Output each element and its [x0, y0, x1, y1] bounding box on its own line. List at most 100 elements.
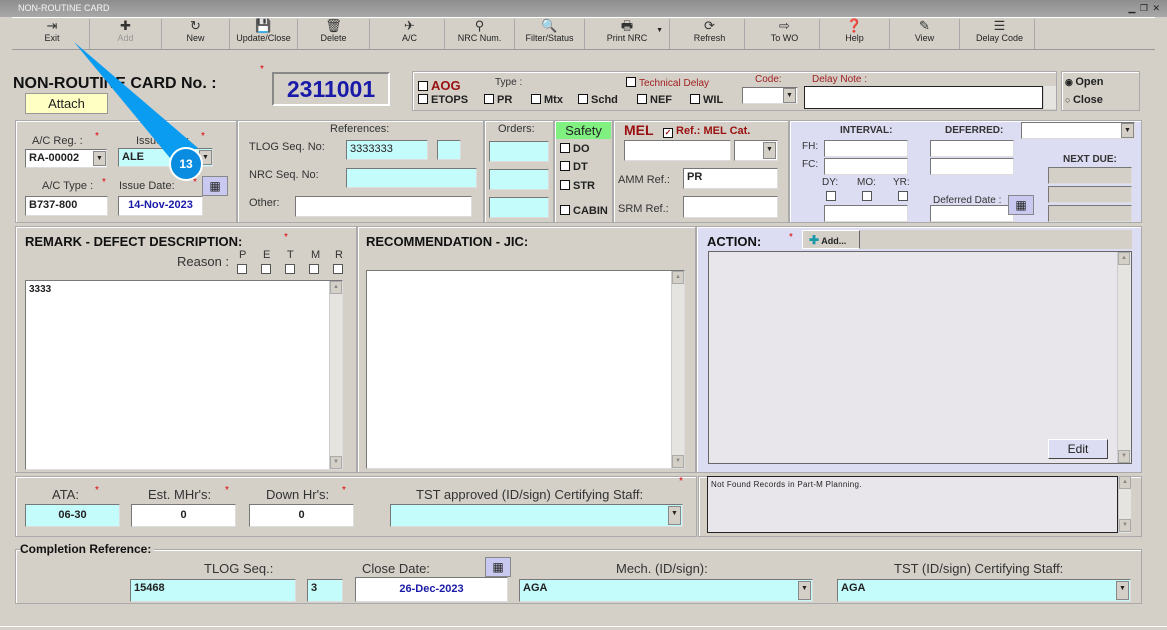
interval-date-input[interactable] [824, 205, 908, 222]
reason-t-checkbox[interactable] [285, 264, 295, 274]
interval-fc-input[interactable] [824, 158, 908, 175]
ata-input[interactable]: 06-30 [25, 504, 120, 527]
toolbar-add-button[interactable]: ✚ Add [90, 19, 162, 49]
mel-ref-input[interactable] [624, 140, 731, 161]
chevron-down-icon[interactable]: ▼ [763, 142, 776, 159]
issue-date-input[interactable]: 14-Nov-2023 [118, 196, 203, 216]
completion-tlog-input[interactable]: 15468 [130, 579, 296, 602]
step-number: 13 [179, 157, 193, 171]
mtx-checkbox[interactable]: Mtx [531, 94, 563, 106]
schd-checkbox[interactable]: Schd [578, 94, 618, 106]
close-date-input[interactable]: 26-Dec-2023 [355, 577, 508, 602]
chevron-down-icon[interactable]: ▼ [668, 506, 681, 525]
wil-checkbox[interactable]: WIL [690, 94, 723, 106]
toolbar-nrc-num--button[interactable]: ⚲ NRC Num. [445, 19, 515, 49]
deferred-date-input[interactable] [930, 205, 1014, 222]
srm-ref-input[interactable] [683, 196, 778, 218]
calendar-icon[interactable]: ▦ [485, 557, 511, 577]
amm-ref-input[interactable]: PR [683, 168, 778, 189]
mel-title: MEL [624, 122, 654, 138]
reason-r-label: R [335, 249, 343, 261]
recommendation-scrollbar[interactable]: ▲ ▼ [671, 271, 684, 468]
mech-select[interactable]: AGA [519, 579, 813, 602]
order-input-3[interactable] [489, 197, 549, 218]
dy-checkbox[interactable] [826, 191, 836, 201]
chevron-down-icon[interactable]: ▼ [798, 581, 811, 600]
open-radio[interactable]: ◉ Open [1065, 76, 1103, 88]
nrc-seq-label: NRC Seq. No: [249, 169, 319, 181]
deferred-fh-input[interactable] [930, 140, 1014, 157]
calendar-icon[interactable]: ▦ [1008, 195, 1034, 215]
toolbar-refresh-button[interactable]: ⟳ Refresh [675, 19, 745, 49]
completion-tlog-suffix-input[interactable]: 3 [307, 579, 343, 602]
toolbar-to-wo-button[interactable]: ⇨ To WO [750, 19, 820, 49]
calendar-icon[interactable]: ▦ [202, 176, 228, 196]
toolbar-filter-status-button[interactable]: 🔍 Filter/Status [515, 19, 585, 49]
reason-e-checkbox[interactable] [261, 264, 271, 274]
remark-textarea[interactable]: 3333 [25, 280, 343, 470]
toolbar-label: NRC Num. [457, 33, 502, 43]
est-mhrs-input[interactable]: 0 [131, 504, 236, 527]
deferred-select[interactable] [1021, 122, 1135, 139]
recommendation-title: RECOMMENDATION - JIC: [366, 234, 529, 249]
reason-p-checkbox[interactable] [237, 264, 247, 274]
order-input-2[interactable] [489, 169, 549, 190]
status-divider [0, 626, 1167, 627]
interval-fh-input[interactable] [824, 140, 908, 157]
etops-checkbox[interactable]: ETOPS [418, 94, 468, 106]
technical-delay-checkbox[interactable]: Technical Delay [626, 77, 709, 89]
action-scrollbar[interactable]: ▲ ▼ [1117, 252, 1130, 463]
safety-dt-checkbox[interactable]: DT [560, 161, 588, 173]
other-input[interactable] [295, 196, 472, 217]
toolbar-delete-button[interactable]: 🗑 Delete [298, 19, 370, 49]
action-list[interactable] [708, 251, 1132, 464]
order-input-1[interactable] [489, 141, 549, 162]
tlog-seq-label: TLOG Seq. No: [249, 141, 325, 153]
tlog-seq-suffix-input[interactable] [437, 140, 461, 160]
partm-scrollbar[interactable]: ▲ ▼ [1118, 476, 1131, 533]
delay-note-scrollbar[interactable] [1043, 86, 1056, 109]
ac-type-input[interactable]: B737-800 [25, 196, 108, 216]
deferred-fc-input[interactable] [930, 158, 1014, 175]
down-hrs-input[interactable]: 0 [249, 504, 354, 527]
toolbar-update-close-button[interactable]: 💾 Update/Close [230, 19, 298, 49]
close-radio[interactable]: ○ Close [1065, 94, 1103, 106]
tst-approved-select[interactable] [390, 504, 683, 527]
attach-button[interactable]: Attach [25, 93, 108, 114]
yr-checkbox[interactable] [898, 191, 908, 201]
tlog-seq-input[interactable]: 3333333 [346, 140, 428, 160]
add-action-button[interactable]: ✚ Add... [802, 230, 860, 249]
chevron-down-icon[interactable]: ▼ [783, 88, 796, 103]
chevron-down-icon[interactable]: ▼ [1121, 123, 1134, 138]
chevron-down-icon[interactable]: ▼ [93, 151, 106, 166]
toolbar-help-button[interactable]: ❓ Help [820, 19, 890, 49]
safety-str-checkbox[interactable]: STR [560, 180, 595, 192]
delay-note-input[interactable] [804, 86, 1043, 109]
remark-scrollbar[interactable]: ▲ ▼ [329, 281, 342, 469]
toolbar-a-c-button[interactable]: ✈ A/C [375, 19, 445, 49]
recommendation-textarea[interactable] [366, 270, 685, 469]
reason-m-checkbox[interactable] [309, 264, 319, 274]
nrc-seq-input[interactable] [346, 168, 477, 188]
toolbar-new-button[interactable]: ↻ New [162, 19, 230, 49]
toolbar-exit-button[interactable]: ⇥ Exit [15, 19, 90, 49]
search-icon: 🔍 [541, 18, 558, 33]
edit-button[interactable]: Edit [1048, 439, 1108, 459]
window-controls[interactable]: ▁ ❐ ✕ [1128, 3, 1161, 14]
toolbar-view-button[interactable]: ✎ View [890, 19, 960, 49]
mo-checkbox[interactable] [862, 191, 872, 201]
tst-certifying-select[interactable]: AGA [837, 579, 1131, 602]
nrc-icon: ⚲ [474, 18, 485, 33]
mel-ref-checkbox[interactable]: ✓ Ref.: MEL Cat. [663, 125, 750, 138]
pr-checkbox[interactable]: PR [484, 94, 512, 106]
safety-cabin-checkbox[interactable]: CABIN [560, 205, 608, 217]
safety-do-checkbox[interactable]: DO [560, 143, 590, 155]
dy-label: DY: [822, 177, 839, 188]
reason-r-checkbox[interactable] [333, 264, 343, 274]
aog-checkbox[interactable]: AOG [418, 78, 461, 93]
references-title: References: [330, 123, 390, 135]
toolbar-print-nrc-button[interactable]: 🖶 Print NRC ▼ [585, 19, 670, 49]
chevron-down-icon[interactable]: ▼ [1116, 581, 1129, 600]
nef-checkbox[interactable]: NEF [637, 94, 672, 106]
toolbar-delay-code-button[interactable]: ☰ Delay Code [965, 19, 1035, 49]
